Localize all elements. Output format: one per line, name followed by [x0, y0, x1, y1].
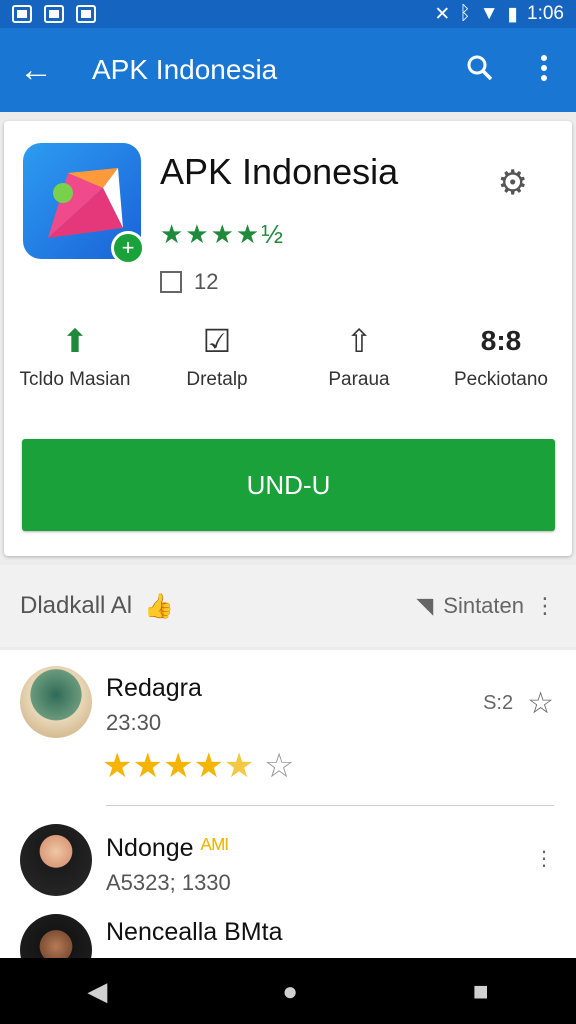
stat-item[interactable]: ☑ Dretalp [146, 319, 288, 391]
divider [106, 805, 554, 806]
review-meta: S:2 ☆ [483, 686, 554, 721]
stat-label: Tcldo Masian [19, 369, 131, 390]
share-icon: ⇧ [345, 323, 373, 359]
more-vert-icon[interactable]: ⋮ [534, 593, 556, 619]
section-right-label[interactable]: Sintaten [443, 593, 524, 619]
recents-nav-icon[interactable]: ■ [473, 976, 489, 1007]
stat-value: 8:8 [480, 325, 522, 356]
reviewer-name-text: Ndonge [106, 834, 194, 862]
home-nav-icon[interactable]: ● [282, 976, 298, 1007]
review-meta-value: S:2 [483, 692, 514, 714]
sort-icon[interactable]: ◥ [416, 593, 433, 619]
clock: 1:06 [527, 3, 564, 24]
arrow-back-icon[interactable]: ← [0, 51, 72, 90]
avatar [20, 914, 92, 958]
gear-icon[interactable]: ⚙ [498, 163, 528, 203]
thumb-up-icon[interactable]: 👍 [144, 592, 174, 621]
review-date: A5323; 1330 [106, 870, 231, 895]
stat-item[interactable]: ⇧ Paraua [288, 319, 430, 391]
review-item[interactable]: Redagra 23:30 ★★★★★ ☆ S:2 ☆ [0, 650, 576, 810]
review-stars: ★★★★★ ☆ [102, 747, 295, 785]
signal-icon: ✕ [434, 3, 451, 25]
stats-row: ⬆ Tcldo Masian ☑ Dretalp ⇧ Paraua 8:8 Pe… [4, 319, 572, 391]
avatar [20, 824, 92, 896]
bluetooth-icon: ᛒ [459, 3, 471, 24]
app-name: APK Indonesia [160, 151, 399, 192]
app-bar: ← APK Indonesia [0, 28, 576, 112]
plus-icon: + [111, 231, 145, 265]
status-bar: ✕ ᛒ ▼ ▮ 1:06 [0, 0, 576, 28]
review-list: Redagra 23:30 ★★★★★ ☆ S:2 ☆ Ndonge ᴬᴹᴵ A… [0, 650, 576, 958]
stat-label: Dretalp [186, 369, 248, 390]
more-vert-icon[interactable]: ⋮ [534, 846, 554, 871]
app-icon: + [23, 143, 145, 265]
review-item[interactable]: Ndonge ᴬᴹᴵ A5323; 1330 ⋮ [0, 810, 576, 900]
avatar [20, 666, 92, 738]
reviewer-name: Redagra [106, 674, 202, 702]
package-icon: ☑ [202, 323, 232, 359]
review-date: 23:30 [106, 710, 162, 735]
notification-icon [76, 5, 96, 23]
back-nav-icon[interactable]: ◀ [87, 976, 107, 1007]
section-header: Dladkall Al 👍 ◥ Sintaten ⋮ [0, 565, 576, 647]
stat-label: Peckiotano [453, 369, 548, 390]
reviewer-name: Nencealla BMta [106, 918, 283, 946]
wifi-icon: ▼ [479, 3, 499, 24]
download-count: 12 [160, 269, 218, 295]
install-button[interactable]: UND-U [22, 439, 555, 531]
download-green-icon: ⬆ [61, 323, 89, 359]
stat-label: Paraua [328, 369, 390, 390]
search-icon[interactable] [448, 53, 512, 88]
star-outline-icon[interactable]: ☆ [527, 686, 554, 721]
section-left-label: Dladkall Al [20, 592, 133, 619]
download-count-value: 12 [194, 269, 219, 294]
rating-stars: ★★★★½ [160, 219, 285, 249]
file-icon [160, 271, 182, 293]
reviewer-badge: ᴬᴹᴵ [200, 834, 229, 862]
notification-icon [12, 5, 32, 23]
review-item[interactable]: Nencealla BMta [0, 900, 576, 958]
battery-icon: ▮ [507, 3, 519, 25]
reviewer-name: Ndonge ᴬᴹᴵ [106, 834, 229, 863]
star-outline-icon: ☆ [263, 747, 295, 785]
notification-icon [44, 5, 64, 23]
navigation-bar: ◀ ● ■ [0, 958, 576, 1024]
page-title: APK Indonesia [92, 54, 278, 85]
more-vert-icon[interactable] [512, 54, 576, 87]
stat-item[interactable]: ⬆ Tcldo Masian [4, 319, 146, 391]
app-card: + APK Indonesia ⚙ ★★★★½ 12 ⬆ Tcldo Masia… [4, 121, 572, 556]
stat-item[interactable]: 8:8 Peckiotano [430, 319, 572, 391]
